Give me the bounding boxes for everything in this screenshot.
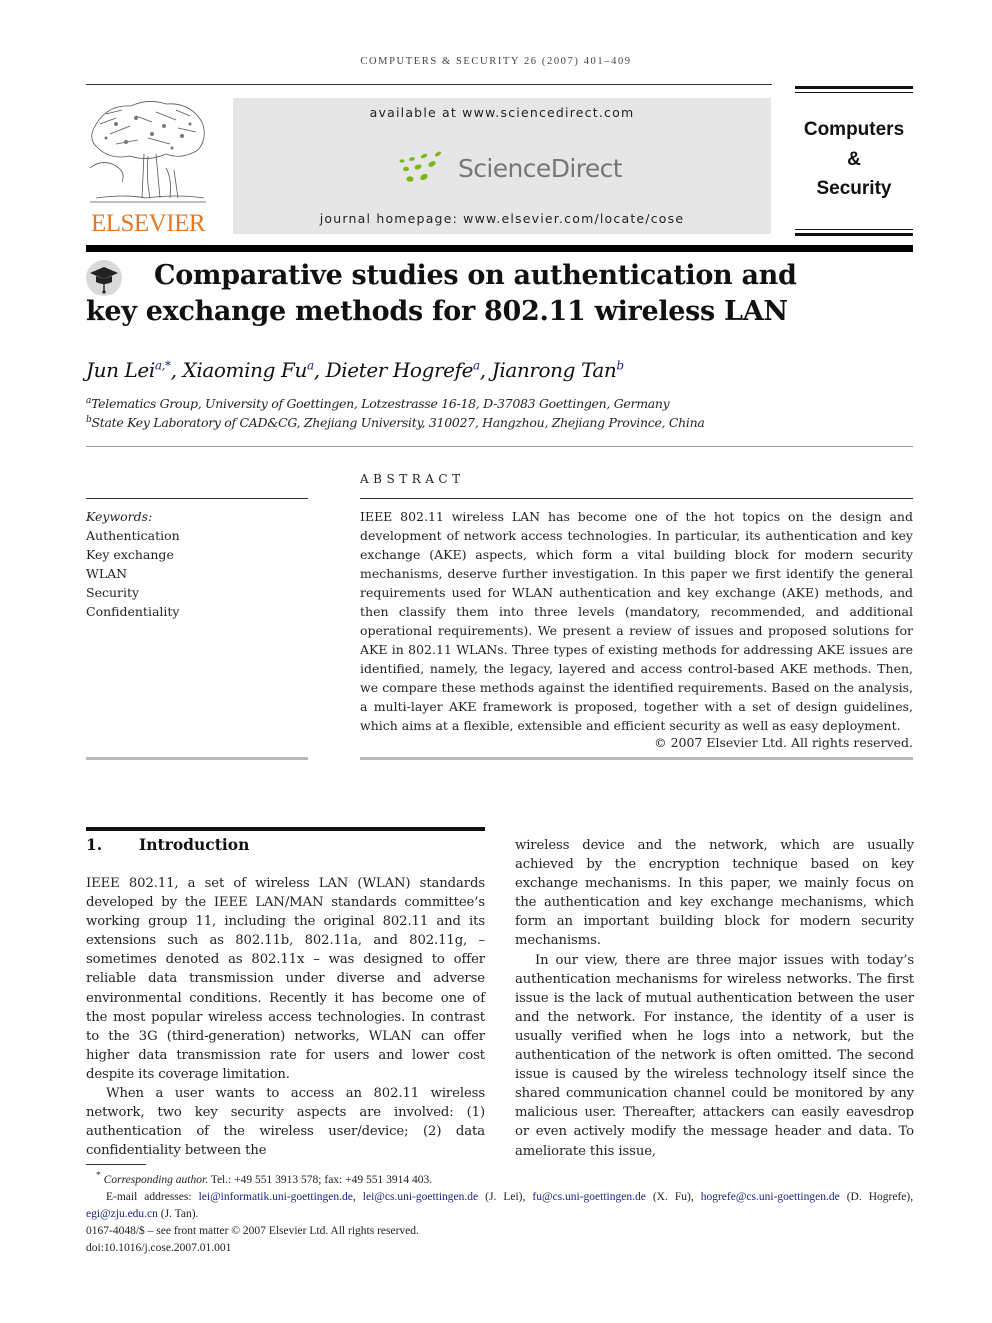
section-title: Introduction: [139, 835, 250, 854]
corresponding-label: Corresponding author.: [103, 1173, 209, 1186]
elsevier-logo[interactable]: ELSEVIER: [86, 98, 210, 238]
section-rule: [86, 827, 485, 831]
email-link[interactable]: hogrefe@cs.uni-goettingen.de: [701, 1191, 840, 1203]
email-link[interactable]: fu@cs.uni-goettingen.de: [532, 1191, 645, 1203]
abstract-heading: ABSTRACT: [360, 472, 465, 486]
body-paragraph: In our view, there are three major issue…: [515, 952, 914, 1159]
tree-icon: [89, 101, 206, 203]
author-affil-mark[interactable]: b: [616, 358, 624, 372]
doi[interactable]: doi:10.1016/j.cose.2007.01.001: [86, 1240, 913, 1257]
journal-name-line1: Computers: [803, 119, 905, 140]
journal-rule-bottom: [795, 233, 913, 236]
affiliation-text: Telematics Group, University of Goetting…: [91, 396, 670, 412]
author-list: Jun Leia,*, Xiaoming Fua, Dieter Hogrefe…: [86, 358, 624, 382]
journal-rule-top-thin: [795, 92, 913, 93]
email-owner: (J. Tan).: [160, 1207, 199, 1220]
author-affil-mark[interactable]: a: [307, 358, 314, 372]
keywords-block: Keywords: Authentication Key exchange WL…: [86, 507, 180, 621]
email-owner: (J. Lei): [485, 1190, 523, 1203]
corresponding-contact: Tel.: +49 551 3913 578; fax: +49 551 391…: [210, 1173, 433, 1186]
author-name[interactable]: Xiaoming Fu: [183, 358, 308, 382]
keyword-item: WLAN: [86, 566, 128, 581]
sciencedirect-logo[interactable]: ScienceDirect: [398, 148, 623, 188]
body-column-left: IEEE 802.11, a set of wireless LAN (WLAN…: [86, 874, 485, 1160]
footnote-mark: *: [96, 1170, 101, 1181]
elsevier-wordmark: ELSEVIER: [90, 210, 206, 237]
author-name[interactable]: Dieter Hogrefe: [326, 358, 474, 382]
footnotes: * Corresponding author. Tel.: +49 551 39…: [86, 1167, 913, 1257]
article-title: Comparative studies on authentication an…: [86, 260, 797, 327]
body-paragraph: When a user wants to access an 802.11 wi…: [86, 1086, 485, 1159]
journal-rule-bottom-thin: [795, 229, 913, 230]
abstract-bottom-rule: [360, 757, 913, 760]
running-head: COMPUTERS & SECURITY 26 (2007) 401–409: [360, 56, 632, 67]
sciencedirect-wordmark: ScienceDirect: [458, 153, 623, 183]
email-link[interactable]: lei@cs.uni-goettingen.de: [363, 1191, 478, 1203]
sciencedirect-banner: available at www.sciencedirect.com Scien…: [233, 98, 771, 234]
email-owner: (X. Fu): [652, 1190, 691, 1203]
body-paragraph: wireless device and the network, which a…: [515, 838, 914, 949]
author-affil-mark[interactable]: a: [473, 358, 480, 372]
journal-name-line2: &: [847, 148, 861, 170]
author-name[interactable]: Jianrong Tan: [492, 358, 617, 382]
header-thick-rule: [86, 245, 913, 252]
section-number: 1.: [86, 835, 103, 854]
keyword-item: Authentication: [86, 528, 180, 543]
keywords-rule: [86, 498, 308, 499]
sciencedirect-dots-icon: [399, 151, 442, 182]
body-column-right: wireless device and the network, which a…: [515, 836, 914, 1161]
keyword-item: Confidentiality: [86, 604, 180, 619]
abstract-text: IEEE 802.11 wireless LAN has become one …: [360, 509, 913, 733]
journal-name: Computers & Security: [795, 115, 913, 204]
available-at-link[interactable]: available at www.sciencedirect.com: [233, 105, 771, 120]
keywords-label: Keywords:: [86, 509, 153, 524]
journal-title-box: Computers & Security: [795, 86, 913, 236]
keyword-item: Key exchange: [86, 547, 174, 562]
journal-homepage-link[interactable]: journal homepage: www.elsevier.com/locat…: [233, 211, 771, 226]
email-label: E-mail addresses:: [106, 1190, 192, 1203]
keywords-bottom-rule: [86, 757, 308, 760]
abstract-rule: [360, 498, 913, 499]
journal-rule-top: [795, 86, 913, 89]
email-owner: (D. Hogrefe): [846, 1190, 911, 1203]
author-affil-mark[interactable]: a,*: [155, 358, 171, 372]
author-name[interactable]: Jun Lei: [86, 358, 155, 382]
header-rule: [86, 84, 772, 85]
section-heading: 1. Introduction: [86, 835, 249, 854]
affiliation-a: aTelematics Group, University of Goettin…: [86, 396, 670, 412]
footnote-rule: [86, 1164, 146, 1165]
front-matter-note: 0167-4048/$ – see front matter © 2007 El…: [86, 1224, 419, 1237]
email-link[interactable]: egi@zju.edu.cn: [86, 1208, 158, 1220]
abstract-copyright: © 2007 Elsevier Ltd. All rights reserved…: [654, 735, 913, 750]
journal-name-line3: Security: [816, 178, 892, 199]
keyword-item: Security: [86, 585, 140, 600]
affiliation-rule: [86, 446, 913, 447]
affiliation-text: State Key Laboratory of CAD&CG, Zhejiang…: [91, 415, 705, 431]
body-paragraph: IEEE 802.11, a set of wireless LAN (WLAN…: [86, 876, 485, 1082]
email-link[interactable]: lei@informatik.uni-goettingen.de: [199, 1191, 353, 1203]
affiliation-b: bState Key Laboratory of CAD&CG, Zhejian…: [86, 415, 705, 430]
